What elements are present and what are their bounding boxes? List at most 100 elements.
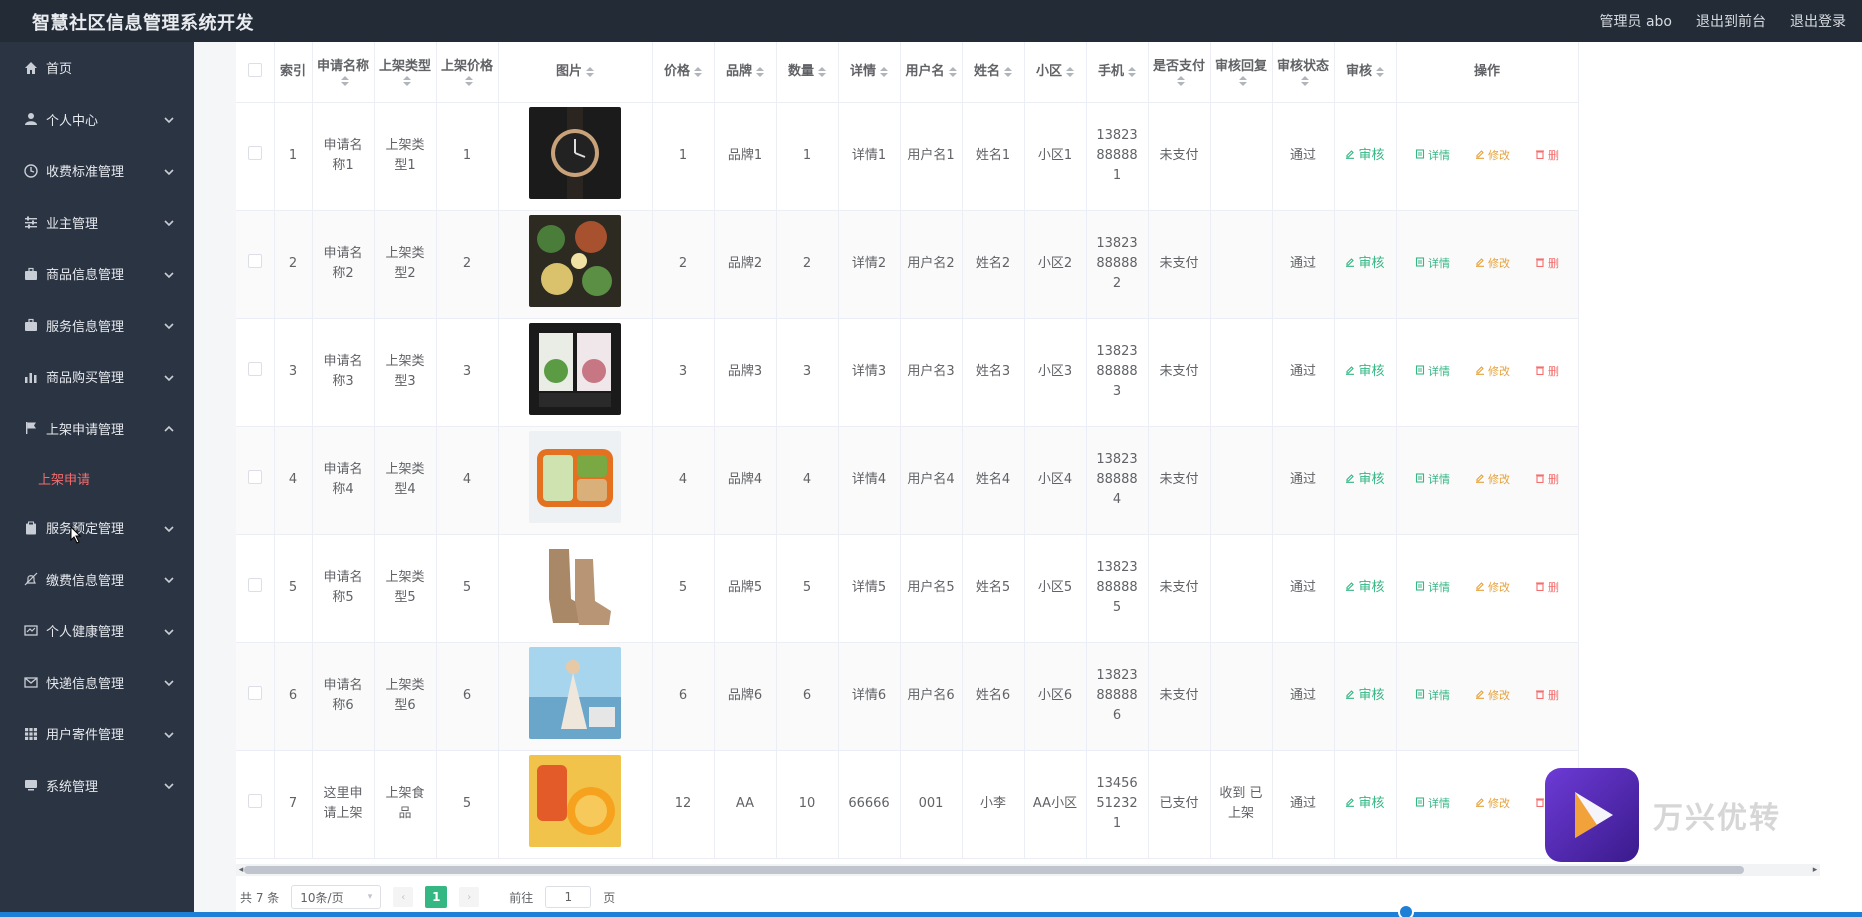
sidebar-item-8[interactable]: 服务预定管理 <box>0 502 194 554</box>
delete-button[interactable]: 删 <box>1535 686 1559 706</box>
sidebar-item-12[interactable]: 用户寄件管理 <box>0 708 194 760</box>
delete-button[interactable]: 删 <box>1535 578 1559 598</box>
sort-icon[interactable] <box>1301 75 1309 86</box>
row-actions: 详情 修改 删 <box>1403 686 1572 706</box>
edit-button[interactable]: 修改 <box>1475 578 1510 598</box>
sort-icon[interactable] <box>1004 66 1012 77</box>
cell-price: 4 <box>652 426 715 535</box>
cell-shelf-type: 上架类型5 <box>374 534 437 643</box>
review-button[interactable]: 审核 <box>1345 686 1385 706</box>
clipboard-icon <box>24 521 38 535</box>
sort-icon[interactable] <box>586 66 594 77</box>
row-checkbox[interactable] <box>247 469 262 484</box>
review-button[interactable]: 审核 <box>1345 794 1385 814</box>
detail-button[interactable]: 详情 <box>1415 686 1450 706</box>
video-progress-bar[interactable] <box>0 912 1862 917</box>
cell-review-reply <box>1210 426 1273 535</box>
lunchbox-image <box>529 430 621 523</box>
detail-button[interactable]: 详情 <box>1415 146 1450 166</box>
delete-button[interactable]: 删 <box>1535 470 1559 490</box>
detail-button[interactable]: 详情 <box>1415 578 1450 598</box>
row-checkbox[interactable] <box>247 361 262 376</box>
sidebar-item-2[interactable]: 收费标准管理 <box>0 145 194 197</box>
cell-name: 姓名5 <box>962 534 1025 643</box>
cell-review: 审核 <box>1334 426 1397 535</box>
sidebar-item-5[interactable]: 服务信息管理 <box>0 300 194 352</box>
detail-button[interactable]: 详情 <box>1415 794 1450 814</box>
sort-icon[interactable] <box>1066 66 1074 77</box>
sidebar-item-13[interactable]: 系统管理 <box>0 760 194 812</box>
sidebar-item-4[interactable]: 商品信息管理 <box>0 248 194 300</box>
edit-button[interactable]: 修改 <box>1475 470 1510 490</box>
sidebar-item-1[interactable]: 个人中心 <box>0 94 194 146</box>
delete-button[interactable]: 删 <box>1535 146 1559 166</box>
goto-front-link[interactable]: 退出到前台 <box>1696 11 1766 31</box>
briefcase-icon <box>24 267 38 281</box>
sort-icon[interactable] <box>1239 75 1247 86</box>
sort-icon[interactable] <box>465 75 473 86</box>
page-number-current[interactable]: 1 <box>425 886 448 908</box>
edit-button[interactable]: 修改 <box>1475 362 1510 382</box>
cell-image <box>498 102 653 211</box>
detail-button[interactable]: 详情 <box>1415 470 1450 490</box>
row-checkbox[interactable] <box>247 253 262 268</box>
sidebar-item-7[interactable]: 上架申请管理 <box>0 403 194 455</box>
edit-button[interactable]: 修改 <box>1475 146 1510 166</box>
sidebar-item-0[interactable]: 首页 <box>0 42 194 94</box>
sidebar-item-11[interactable]: 快递信息管理 <box>0 657 194 709</box>
sidebar-item-9[interactable]: 缴费信息管理 <box>0 554 194 606</box>
sort-icon[interactable] <box>403 75 411 86</box>
row-checkbox[interactable] <box>247 577 262 592</box>
header-label: 审核 <box>1345 63 1372 79</box>
delete-button[interactable]: 删 <box>1535 362 1559 382</box>
sidebar-item-10[interactable]: 个人健康管理 <box>0 605 194 657</box>
sort-icon[interactable] <box>1128 66 1136 77</box>
sidebar-item-6[interactable]: 商品购买管理 <box>0 351 194 403</box>
sort-icon[interactable] <box>694 66 702 77</box>
edit-button[interactable]: 修改 <box>1475 794 1510 814</box>
scrollbar-thumb[interactable] <box>244 866 1744 874</box>
review-button[interactable]: 审核 <box>1345 578 1385 598</box>
sort-icon[interactable] <box>880 66 888 77</box>
row-checkbox[interactable] <box>247 145 262 160</box>
detail-button[interactable]: 详情 <box>1415 362 1450 382</box>
cell-shelf-type: 上架食品 <box>374 750 437 859</box>
cell-username: 用户名6 <box>900 642 963 751</box>
scroll-right-icon[interactable]: ▸ <box>1810 865 1820 875</box>
header-label: 数量 <box>787 63 814 79</box>
header-review: 审核 <box>1334 42 1397 103</box>
next-page-button[interactable]: › <box>459 887 480 907</box>
sort-icon[interactable] <box>341 75 349 86</box>
page-size-select[interactable]: 10条/页 ▾ <box>291 885 382 909</box>
row-checkbox[interactable] <box>247 793 262 808</box>
goto-page-input[interactable]: 1 <box>545 886 592 908</box>
trash-icon <box>1535 794 1545 814</box>
review-button[interactable]: 审核 <box>1345 146 1385 166</box>
select-all-checkbox[interactable] <box>236 42 275 103</box>
review-button[interactable]: 审核 <box>1345 362 1385 382</box>
review-button[interactable]: 审核 <box>1345 470 1385 490</box>
sort-icon[interactable] <box>756 66 764 77</box>
sidebar-item-3[interactable]: 业主管理 <box>0 197 194 249</box>
sort-icon[interactable] <box>818 66 826 77</box>
edit-button[interactable]: 修改 <box>1475 686 1510 706</box>
prev-page-button[interactable]: ‹ <box>393 887 414 907</box>
sidebar-subitem-active[interactable]: 上架申请 <box>0 454 194 502</box>
logout-link[interactable]: 退出登录 <box>1790 11 1846 31</box>
edit-button[interactable]: 修改 <box>1475 254 1510 274</box>
review-button[interactable]: 审核 <box>1345 254 1385 274</box>
sort-icon[interactable] <box>1376 66 1384 77</box>
header-label: 是否支付 <box>1152 58 1205 74</box>
edit-icon <box>1475 686 1485 706</box>
edit-icon <box>1475 146 1485 166</box>
sort-icon[interactable] <box>948 66 957 77</box>
checkbox[interactable] <box>247 62 262 77</box>
horizontal-scrollbar[interactable]: ◂ ▸ <box>236 864 1820 876</box>
delete-button[interactable]: 删 <box>1535 254 1559 274</box>
video-progress-knob[interactable] <box>1398 904 1414 917</box>
sort-icon[interactable] <box>1177 75 1185 86</box>
row-checkbox[interactable] <box>247 685 262 700</box>
row-actions: 详情 修改 删 <box>1403 470 1572 490</box>
chevron-down-icon <box>164 114 174 124</box>
detail-button[interactable]: 详情 <box>1415 254 1450 274</box>
